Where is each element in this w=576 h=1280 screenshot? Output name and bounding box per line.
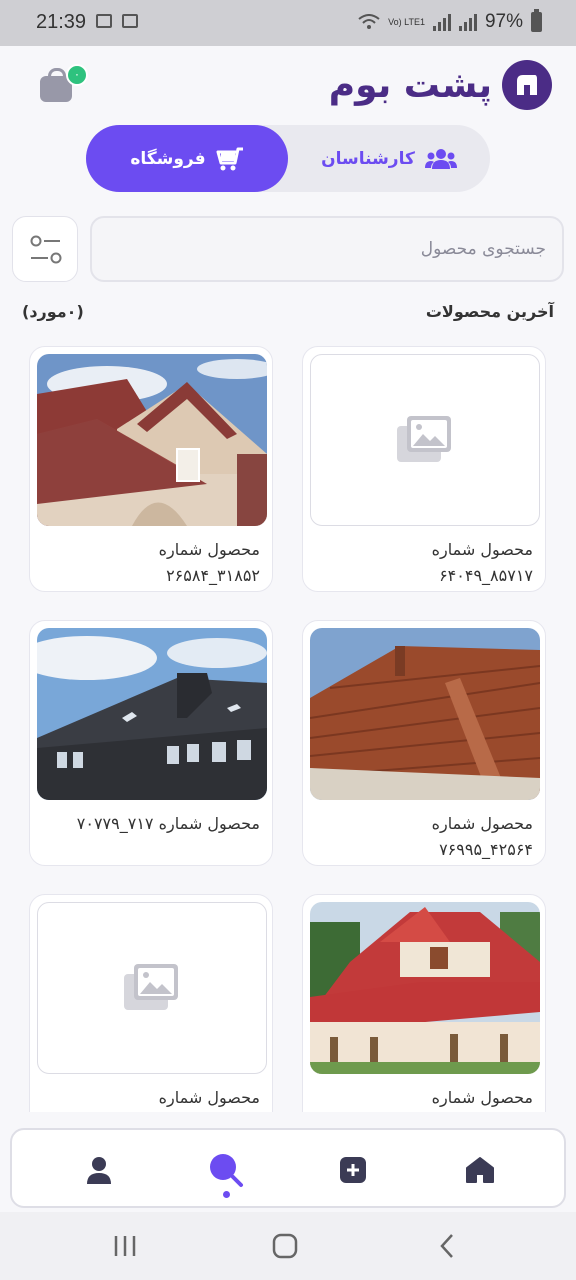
- house-photo: [37, 354, 267, 526]
- signal-icon-2: [458, 13, 477, 31]
- nav-profile[interactable]: [79, 1148, 119, 1192]
- tab-store-label: فروشگاه: [130, 148, 206, 169]
- product-title: محصول شماره: [431, 540, 533, 559]
- product-image: [310, 628, 540, 800]
- battery-icon: [531, 9, 542, 32]
- home-button-icon[interactable]: [272, 1233, 298, 1259]
- wifi-icon: [358, 14, 380, 29]
- cart-badge: ۰: [66, 64, 88, 86]
- product-code: ۳۱۸۵۲_۲۶۵۸۴: [166, 566, 260, 585]
- search-icon: [210, 1154, 243, 1187]
- dark-roof-photo: [37, 628, 267, 800]
- section-title: آخرین محصولات: [425, 302, 554, 321]
- active-indicator: [223, 1191, 230, 1198]
- system-nav-bar: [0, 1212, 576, 1280]
- home-icon: [466, 1157, 494, 1183]
- product-image: [37, 628, 267, 800]
- product-title: محصول شماره: [431, 1088, 533, 1107]
- add-icon: [340, 1157, 366, 1183]
- product-title: محصول شماره: [158, 1088, 260, 1107]
- users-icon: [424, 148, 457, 169]
- product-image: [310, 354, 540, 526]
- villa-photo: [310, 902, 540, 1074]
- product-title: محصول شماره: [158, 540, 260, 559]
- product-image: [37, 902, 267, 1074]
- product-card[interactable]: محصول شماره: [302, 894, 546, 1112]
- brand: پشت بوم: [329, 60, 552, 110]
- status-right: Vo) LTE1 97%: [358, 9, 542, 33]
- recent-apps-icon[interactable]: [113, 1235, 137, 1257]
- product-image: [310, 902, 540, 1074]
- product-code: ۸۵۷۱۷_۶۴۰۴۹: [439, 566, 533, 585]
- profile-icon: [87, 1157, 111, 1184]
- battery-percent: 97%: [484, 11, 523, 32]
- search-input[interactable]: [92, 218, 562, 280]
- cart-button[interactable]: ۰: [40, 64, 88, 102]
- product-card[interactable]: محصول شماره ۷۱۷_۷۰۷۷۹: [29, 620, 273, 866]
- tab-store[interactable]: فروشگاه: [86, 125, 288, 192]
- product-title: محصول شماره: [431, 814, 533, 833]
- tab-experts-label: کارشناسان: [321, 148, 415, 169]
- tab-experts[interactable]: کارشناسان: [288, 125, 490, 192]
- status-time: 21:39: [36, 11, 87, 33]
- app-header: ۰ پشت بوم: [0, 46, 576, 126]
- product-image: [37, 354, 267, 526]
- search-box: [90, 216, 564, 282]
- nav-add[interactable]: [333, 1148, 373, 1192]
- filter-button[interactable]: [12, 216, 78, 282]
- product-card[interactable]: محصول شماره ۳۱۸۵۲_۲۶۵۸۴: [29, 346, 273, 592]
- brand-name: پشت بوم: [328, 64, 493, 106]
- signal-icon: [432, 13, 451, 31]
- product-card[interactable]: محصول شماره: [29, 894, 273, 1112]
- gallery-notification-icon: [96, 14, 112, 28]
- product-card[interactable]: محصول شماره ۸۵۷۱۷_۶۴۰۴۹: [302, 346, 546, 592]
- image-placeholder-icon: [124, 964, 178, 1010]
- product-code: ۴۲۵۶۴_۷۶۹۹۵: [439, 840, 533, 859]
- product-title: محصول شماره ۷۱۷_۷۰۷۷۹: [76, 814, 260, 833]
- mode-toggle: فروشگاه کارشناسان: [86, 125, 490, 192]
- nav-search[interactable]: [206, 1148, 246, 1192]
- network-type: Vo) LTE1: [388, 16, 425, 27]
- product-card[interactable]: محصول شماره ۴۲۵۶۴_۷۶۹۹۵: [302, 620, 546, 866]
- brand-logo-icon: [502, 60, 552, 110]
- tile-roof-photo: [310, 628, 540, 800]
- nav-home[interactable]: [460, 1148, 500, 1192]
- image-placeholder-icon: [397, 416, 451, 462]
- status-bar: 21:39 Vo) LTE1 97%: [0, 0, 576, 46]
- back-icon[interactable]: [438, 1233, 456, 1259]
- cart-icon: [216, 147, 243, 170]
- bottom-nav: [10, 1128, 566, 1208]
- product-grid: محصول شماره ۸۵۷۱۷_۶۴۰۴۹ محصول شماره ۳۱۸۵…: [0, 345, 576, 1112]
- sliders-icon: [30, 235, 62, 264]
- product-count: (۰مورد): [22, 302, 84, 321]
- app-notification-icon: [122, 14, 138, 28]
